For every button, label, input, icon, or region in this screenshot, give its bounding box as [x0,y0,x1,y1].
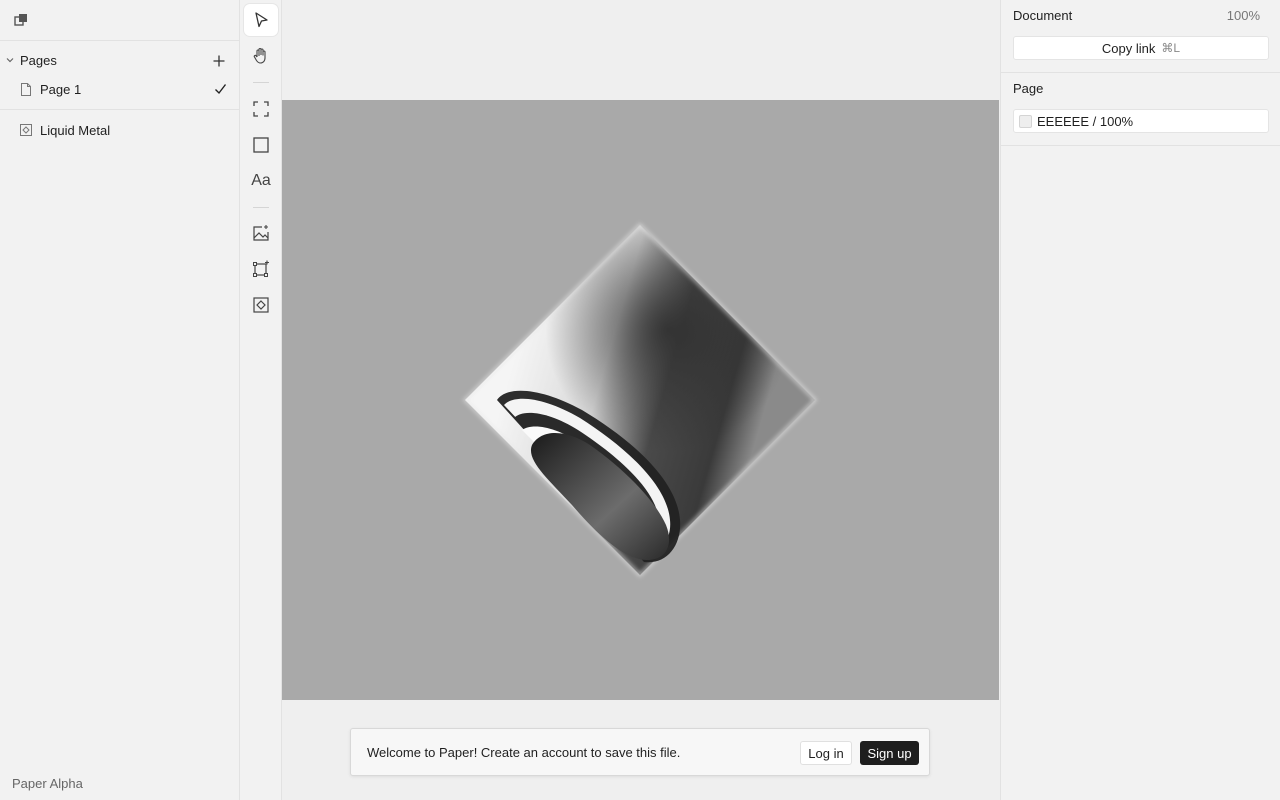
divider [0,40,240,41]
pages-label: Pages [20,53,57,68]
login-button[interactable]: Log in [800,741,852,765]
shader-tool-button[interactable] [244,289,278,321]
image-tool-button[interactable] [244,217,278,249]
image-sparkle-icon [253,225,269,241]
toast-message: Welcome to Paper! Create an account to s… [367,745,681,760]
chevron-down-icon[interactable] [5,55,15,65]
toolbar-divider [253,207,269,208]
hand-tool-button[interactable] [244,40,278,72]
copy-link-label: Copy link [1101,40,1156,56]
signup-button[interactable]: Sign up [860,741,919,765]
divider [0,109,240,110]
frame-icon [253,101,269,117]
color-swatch[interactable] [1019,115,1032,128]
layer-item-label: Liquid Metal [40,123,111,138]
text-tool-button[interactable]: Aa [244,165,278,197]
divider [1001,72,1280,73]
hand-icon [253,47,266,64]
rectangle-tool-button[interactable] [244,129,278,161]
app-version-label: Paper Alpha [12,776,83,791]
text-icon: Aa [251,172,271,189]
frame-sparkle-icon [253,260,269,277]
welcome-toast: Welcome to Paper! Create an account to s… [350,728,930,776]
right-panel: Document 100% Copy link ⌘L Page EEEEEE /… [1000,0,1280,800]
copy-link-shortcut: ⌘L [1161,41,1181,55]
app-logo-icon[interactable] [14,13,28,27]
shader-layer-icon [20,124,32,136]
checkmark-icon [215,84,227,95]
shader-icon [253,297,269,313]
add-page-icon[interactable] [212,54,226,68]
page-fill-value[interactable]: EEEEEE / 100% [1037,114,1133,129]
toolbar: Aa [240,0,282,800]
divider [1001,145,1280,146]
toolbar-divider [253,82,269,83]
liquid-metal-shader[interactable] [282,100,999,700]
layer-item-liquid-metal[interactable]: Liquid Metal [0,120,240,142]
document-icon [21,83,31,96]
document-label: Document [1013,8,1073,23]
page-section-label: Page [1013,81,1044,96]
rectangle-icon [253,137,269,153]
page-item-label: Page 1 [40,82,82,97]
cursor-arrow-icon [255,12,268,28]
zoom-level[interactable]: 100% [1227,8,1260,23]
pages-section-header[interactable]: Pages [0,50,240,72]
page-item-page-1[interactable]: Page 1 [0,79,240,101]
canvas[interactable]: Welcome to Paper! Create an account to s… [282,0,1000,800]
artboard[interactable] [282,100,999,700]
left-panel: Pages Page 1 Liquid Metal Paper Alpha [0,0,240,800]
frame-tool-button[interactable] [244,93,278,125]
ai-frame-tool-button[interactable] [244,253,278,285]
copy-link-button[interactable]: Copy link ⌘L [1013,36,1269,60]
page-fill-field[interactable]: EEEEEE / 100% [1013,109,1269,133]
select-tool-button[interactable] [244,4,278,36]
